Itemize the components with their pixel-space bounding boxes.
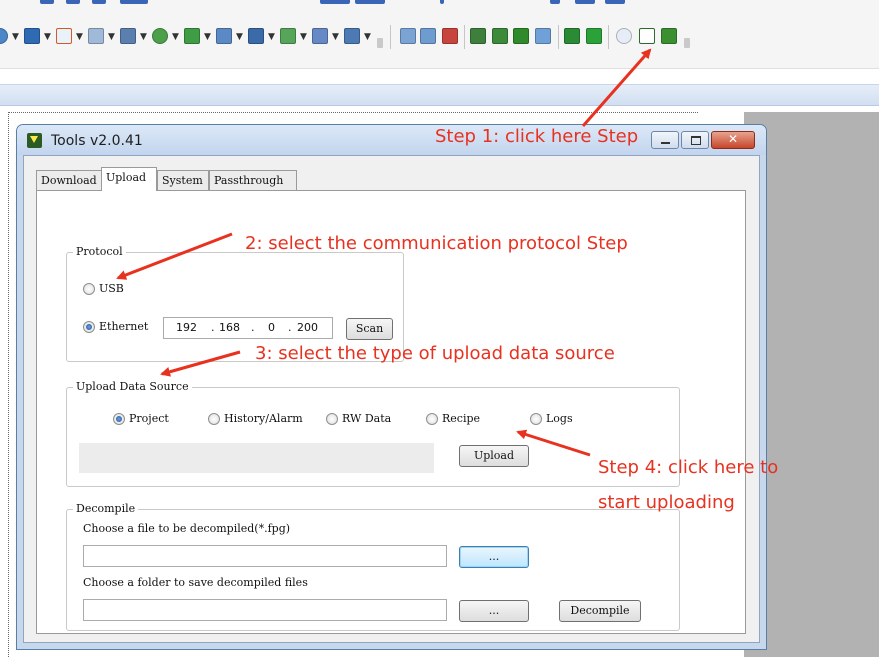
step4-annotation-line1: Step 4: click here to <box>598 457 779 478</box>
step3-arrow <box>160 350 241 377</box>
step4-annotation-line2: start uploading <box>598 492 735 513</box>
step1-arrow <box>581 48 652 127</box>
annotation-arrows <box>116 48 652 457</box>
step1-annotation: Step 1: click here Step <box>435 126 639 147</box>
step2-annotation: 2: select the communication protocol Ste… <box>245 233 628 254</box>
step4-arrow <box>516 429 591 457</box>
step3-annotation: 3: select the type of upload data source <box>255 343 615 364</box>
step2-arrow <box>116 232 233 280</box>
